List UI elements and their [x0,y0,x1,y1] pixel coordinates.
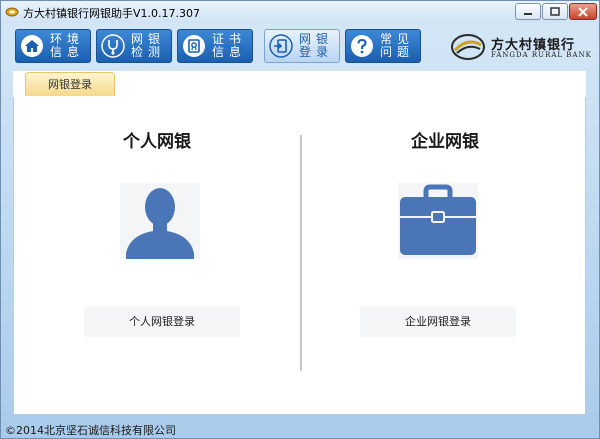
tab-online-banking-login[interactable]: 网银登录 [25,72,115,96]
login-icon [269,34,293,58]
nav-certificate-info[interactable]: 证书信息 [177,29,253,63]
personal-banking-title: 个人网银 [123,132,191,152]
nav-online-banking-check-label: 网银检测 [131,32,166,59]
tab-bar: 网银登录 [13,71,586,98]
maximize-icon [550,7,560,16]
home-icon [21,35,43,57]
bank-logo-mark-icon [451,34,485,60]
nav-environment-info[interactable]: 环境信息 [15,29,91,63]
close-icon [578,6,588,17]
nav-online-banking-check[interactable]: 网银检测 [96,29,172,63]
business-banking-title: 企业网银 [411,132,479,152]
nav-online-banking-login-label: 网银登录 [299,32,334,59]
business-banking-pane: 企业网银 企业网银登录 [302,97,588,415]
personal-banking-pane: 个人网银 个人网银登录 [14,97,300,415]
app-icon [5,7,19,17]
nav-faq-label: 常见问题 [380,32,415,59]
personal-banking-login-button[interactable]: 个人网银登录 [84,307,240,337]
nav-certificate-info-label: 证书信息 [212,32,247,59]
status-bar: ©2014北京坚石诚信科技有限公司 [1,419,599,439]
certificate-icon [183,35,205,57]
nav-environment-info-label: 环境信息 [50,32,85,59]
bank-name-en: FANGDA RURAL BANK [491,51,592,59]
minimize-icon [524,12,532,15]
nav-online-banking-login[interactable]: 网银登录 [264,29,340,63]
maximize-button[interactable] [542,3,568,20]
stethoscope-icon [101,34,125,58]
title-bar[interactable]: 方大村镇银行网银助手V1.0.17.307 [1,1,599,23]
bank-logo: 方大村镇银行 FANGDA RURAL BANK [449,31,595,63]
person-icon [120,183,200,259]
copyright-text: ©2014北京坚石诚信科技有限公司 [5,424,176,437]
app-window: 方大村镇银行网银助手V1.0.17.307 环境信息 网银检测 证书信息 网银登… [0,0,600,439]
close-button[interactable] [569,3,597,20]
business-banking-login-button[interactable]: 企业网银登录 [360,307,516,337]
window-title: 方大村镇银行网银助手V1.0.17.307 [23,7,201,20]
briefcase-icon [398,183,478,259]
nav-faq[interactable]: 常见问题 [345,29,421,63]
login-panel: 个人网银 个人网银登录 企业网银 企业网银登录 [13,97,586,415]
minimize-button[interactable] [515,3,541,20]
question-icon [351,35,373,57]
main-toolbar: 环境信息 网银检测 证书信息 网银登录 常见问题 方大村镇银行 FANGDA R… [5,25,595,67]
